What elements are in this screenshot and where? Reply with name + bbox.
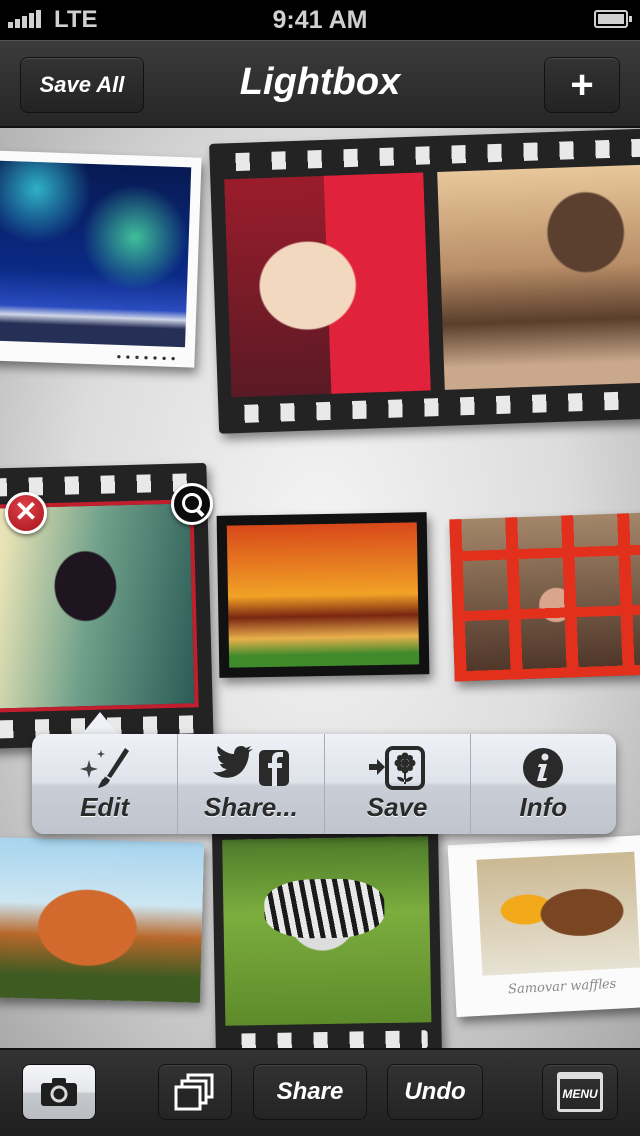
status-bar: LTE 9:41 AM — [0, 0, 640, 40]
photo-venice-skyline[interactable] — [437, 164, 640, 390]
lightbox-canvas: ● ● ● ● ● ● ● Samovar waffles — [0, 128, 640, 1048]
color-dots: ● ● ● ● ● ● ● — [116, 351, 177, 364]
photo-palace-of-fine-arts[interactable] — [0, 837, 205, 1003]
popover-arrow — [82, 712, 118, 734]
photo-image — [226, 522, 420, 668]
share-button[interactable]: Share — [253, 1064, 367, 1120]
photo-concert[interactable]: ● ● ● ● ● ● ● — [0, 150, 202, 368]
status-time: 9:41 AM — [272, 6, 368, 34]
battery-icon — [594, 10, 632, 28]
camera-button[interactable] — [22, 1064, 96, 1120]
save-to-photos-icon — [367, 745, 427, 790]
delete-photo-button[interactable]: ✕ — [5, 492, 47, 534]
undo-button[interactable]: Undo — [387, 1064, 483, 1120]
popover-share-button[interactable]: Share... — [178, 734, 325, 834]
photo-phone-booth[interactable] — [449, 512, 640, 682]
photo-action-popover: Edit Share... Save Info — [32, 734, 616, 834]
photo-image — [0, 837, 205, 1003]
photo-image — [0, 160, 192, 348]
add-photo-button[interactable]: + — [544, 57, 620, 113]
layers-icon — [174, 1073, 214, 1111]
popover-edit-label: Edit — [80, 791, 130, 822]
camera-icon — [41, 1078, 77, 1106]
photo-waffles[interactable]: Samovar waffles — [447, 834, 640, 1018]
menu-button[interactable]: MENU — [542, 1064, 618, 1120]
photo-zebra[interactable] — [222, 836, 432, 1026]
filmstrip-venice[interactable] — [209, 128, 640, 434]
menu-label: MENU — [562, 1087, 598, 1101]
popover-edit-button[interactable]: Edit — [32, 734, 179, 834]
popover-save-label: Save — [366, 791, 428, 822]
navigation-bar: Save All Lightbox + — [0, 40, 640, 128]
popover-share-label: Share... — [203, 791, 298, 822]
photo-image — [449, 512, 640, 682]
magic-brush-icon — [75, 746, 135, 790]
popover-info-button[interactable]: Info — [471, 734, 616, 834]
menu-icon: MENU — [557, 1072, 603, 1112]
popover-save-button[interactable]: Save — [325, 734, 471, 834]
layers-button[interactable] — [158, 1064, 232, 1120]
zoom-photo-button[interactable] — [171, 483, 213, 525]
plus-icon: + — [570, 62, 594, 107]
photo-venetian-mask[interactable] — [224, 172, 431, 398]
photo-image — [476, 851, 640, 976]
popover-info-label: Info — [519, 791, 568, 822]
filmstrip-zebra[interactable] — [211, 826, 443, 1048]
info-icon — [521, 746, 565, 790]
twitter-facebook-icon — [211, 745, 291, 790]
photo-caption: Samovar waffles — [507, 976, 617, 998]
bottom-toolbar: Share Undo MENU — [0, 1048, 640, 1136]
photo-temple[interactable] — [216, 512, 430, 678]
close-icon: ✕ — [14, 496, 38, 527]
